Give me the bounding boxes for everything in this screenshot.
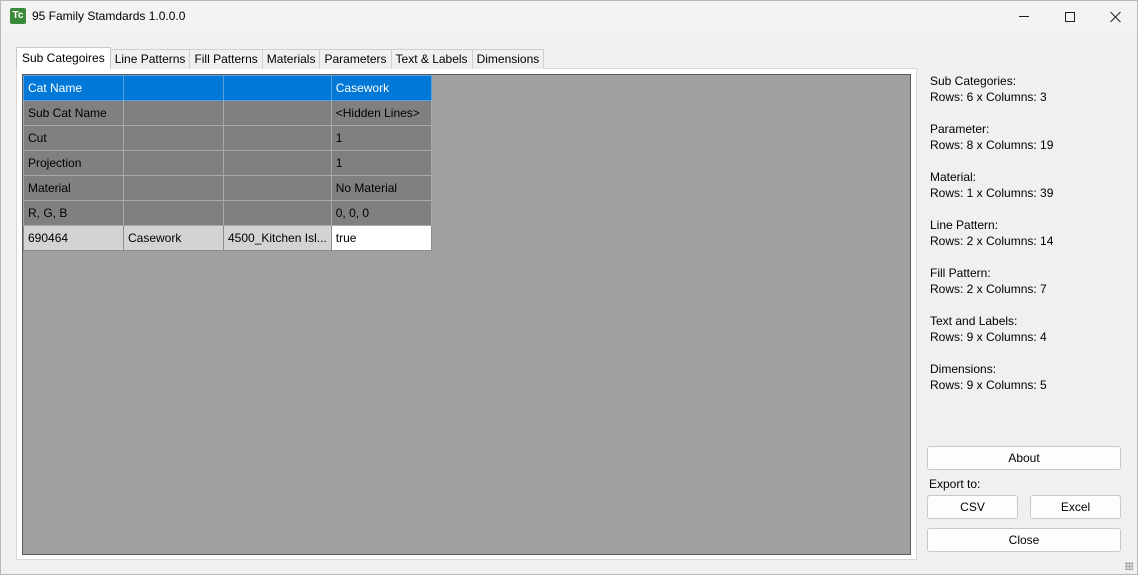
grid-cell[interactable]: [123, 175, 224, 201]
grid-cell[interactable]: Casework: [330, 75, 432, 101]
tab-dimensions[interactable]: Dimensions: [471, 49, 545, 69]
info-sub-categories: Sub Categories: Rows: 6 x Columns: 3: [930, 73, 1130, 105]
grid-row[interactable]: Projection 1: [23, 150, 432, 176]
info-label: Material:: [930, 170, 977, 184]
maximize-icon: [1065, 11, 1075, 22]
grid-cell[interactable]: [123, 200, 224, 226]
info-text-labels: Text and Labels: Rows: 9 x Columns: 4: [930, 313, 1130, 345]
info-value: Rows: 2 x Columns: 14: [930, 234, 1054, 248]
grid-cell[interactable]: [223, 125, 332, 151]
grid-cell[interactable]: Cut: [23, 125, 124, 151]
close-button[interactable]: Close: [927, 528, 1121, 552]
grid-cell[interactable]: [123, 150, 224, 176]
grid-row[interactable]: Cut 1: [23, 125, 432, 151]
grid-cell[interactable]: [223, 100, 332, 126]
resize-grip-icon[interactable]: [1125, 562, 1133, 570]
grid-row[interactable]: Material No Material: [23, 175, 432, 201]
info-label: Parameter:: [930, 122, 990, 136]
grid-table: Cat Name Casework Sub Cat Name <Hidden L…: [23, 75, 432, 251]
main-window: Tc 95 Family Stamdards 1.0.0.0 Sub Categ…: [0, 0, 1138, 575]
grid-cell[interactable]: Casework: [123, 225, 224, 251]
info-parameter: Parameter: Rows: 8 x Columns: 19: [930, 121, 1130, 153]
grid-cell[interactable]: [223, 175, 332, 201]
minimize-icon: [1019, 16, 1029, 17]
tab-sub-categories[interactable]: Sub Categoires: [16, 47, 111, 69]
grid-cell[interactable]: [123, 100, 224, 126]
tab-strip: Sub Categoires Line Patterns Fill Patter…: [16, 47, 545, 69]
grid-cell[interactable]: [223, 200, 332, 226]
grid-cell[interactable]: <Hidden Lines>: [330, 100, 432, 126]
info-label: Sub Categories:: [930, 74, 1017, 88]
data-grid[interactable]: Cat Name Casework Sub Cat Name <Hidden L…: [22, 74, 911, 555]
info-value: Rows: 6 x Columns: 3: [930, 90, 1047, 104]
info-label: Fill Pattern:: [930, 266, 991, 280]
info-value: Rows: 2 x Columns: 7: [930, 282, 1047, 296]
grid-cell[interactable]: No Material: [330, 175, 432, 201]
grid-cell[interactable]: 1: [330, 150, 432, 176]
info-value: Rows: 9 x Columns: 5: [930, 378, 1047, 392]
grid-row[interactable]: 690464 Casework 4500_Kitchen Isl... true: [23, 225, 432, 251]
tab-parameters[interactable]: Parameters: [319, 49, 392, 69]
info-label: Line Pattern:: [930, 218, 999, 232]
grid-row[interactable]: Sub Cat Name <Hidden Lines>: [23, 100, 432, 126]
grid-cell[interactable]: [223, 75, 332, 101]
grid-cell[interactable]: R, G, B: [23, 200, 124, 226]
info-value: Rows: 9 x Columns: 4: [930, 330, 1047, 344]
info-line-pattern: Line Pattern: Rows: 2 x Columns: 14: [930, 217, 1130, 249]
about-button[interactable]: About: [927, 446, 1121, 470]
grid-header-row[interactable]: Cat Name Casework: [23, 75, 432, 101]
grid-cell-selected[interactable]: true: [330, 225, 432, 251]
window-title: 95 Family Stamdards 1.0.0.0: [32, 9, 186, 23]
info-panel: Sub Categories: Rows: 6 x Columns: 3 Par…: [930, 73, 1130, 409]
title-bar[interactable]: Tc 95 Family Stamdards 1.0.0.0: [1, 1, 1137, 32]
grid-cell[interactable]: Material: [23, 175, 124, 201]
minimize-button[interactable]: [1001, 1, 1047, 32]
close-window-button[interactable]: [1093, 1, 1138, 32]
grid-cell[interactable]: Cat Name: [23, 75, 124, 101]
grid-cell[interactable]: Sub Cat Name: [23, 100, 124, 126]
grid-cell[interactable]: 690464: [23, 225, 124, 251]
export-csv-button[interactable]: CSV: [927, 495, 1018, 519]
app-logo-icon: Tc: [10, 8, 26, 24]
grid-cell[interactable]: 1: [330, 125, 432, 151]
info-label: Dimensions:: [930, 362, 997, 376]
grid-cell[interactable]: [223, 150, 332, 176]
grid-cell[interactable]: [123, 75, 224, 101]
info-material: Material: Rows: 1 x Columns: 39: [930, 169, 1130, 201]
tab-line-patterns[interactable]: Line Patterns: [109, 49, 191, 69]
grid-row[interactable]: R, G, B 0, 0, 0: [23, 200, 432, 226]
grid-cell[interactable]: 4500_Kitchen Isl...: [223, 225, 332, 251]
tab-materials[interactable]: Materials: [261, 49, 321, 69]
export-excel-button[interactable]: Excel: [1030, 495, 1121, 519]
tab-fill-patterns[interactable]: Fill Patterns: [189, 49, 263, 69]
maximize-button[interactable]: [1047, 1, 1093, 32]
info-label: Text and Labels:: [930, 314, 1018, 328]
info-value: Rows: 1 x Columns: 39: [930, 186, 1054, 200]
tab-text-labels[interactable]: Text & Labels: [390, 49, 473, 69]
export-label: Export to:: [929, 477, 981, 491]
grid-cell[interactable]: 0, 0, 0: [330, 200, 432, 226]
close-icon: [1110, 11, 1122, 23]
info-value: Rows: 8 x Columns: 19: [930, 138, 1054, 152]
info-fill-pattern: Fill Pattern: Rows: 2 x Columns: 7: [930, 265, 1130, 297]
grid-cell[interactable]: Projection: [23, 150, 124, 176]
grid-cell[interactable]: [123, 125, 224, 151]
info-dimensions: Dimensions: Rows: 9 x Columns: 5: [930, 361, 1130, 393]
